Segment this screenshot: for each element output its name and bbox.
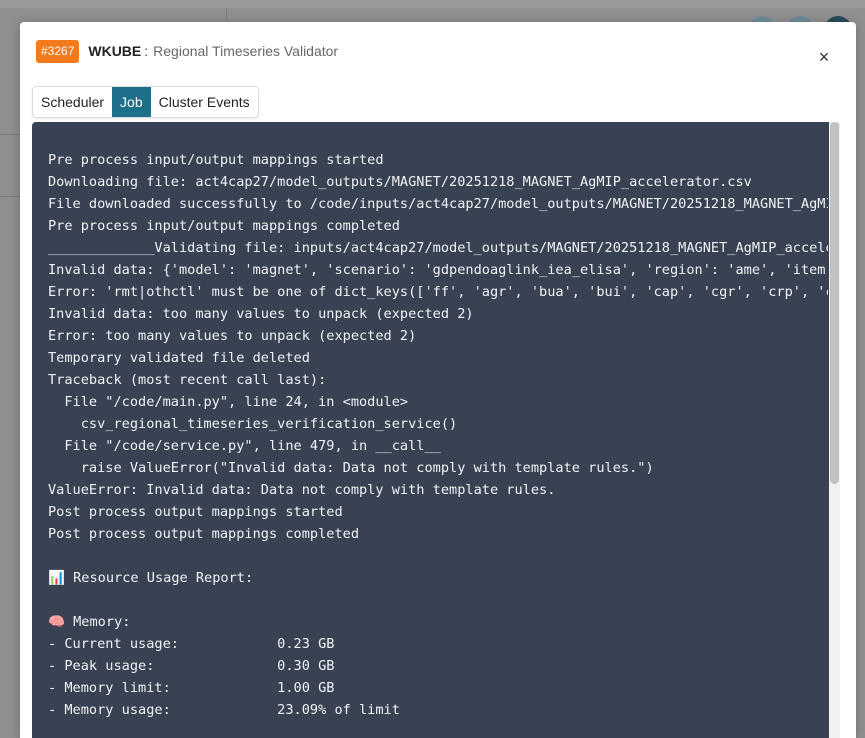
log-line: raise ValueError("Invalid data: Data not… [48,460,654,476]
log-line: Error: 'rmt|othctl' must be one of dict_… [48,284,828,300]
tab-job[interactable]: Job [112,87,151,117]
close-icon[interactable]: × [813,46,835,68]
tab-bar: Scheduler Job Cluster Events [32,86,259,118]
console-scrollbar-thumb[interactable] [830,122,839,484]
dialog-title-separator: : [144,43,149,59]
dialog-title-main: WKUBE [88,43,142,59]
dialog-title-sub: Regional Timeseries Validator [153,43,339,59]
log-line: File "/code/service.py", line 479, in __… [48,438,441,454]
log-line: - Memory limit: 1.00 GB [48,680,335,696]
job-details-dialog: #3267 WKUBE : Regional Timeseries Valida… [20,22,856,738]
log-line: 🧠 Memory: [48,614,131,630]
log-line: 📊 Resource Usage Report: [48,570,254,586]
backdrop-line [0,196,20,197]
log-line: - Current usage: 0.23 GB [48,636,335,652]
backdrop-divider [226,8,227,22]
log-line: Downloading file: act4cap27/model_output… [48,174,752,190]
log-line: Invalid data: too many values to unpack … [48,306,474,322]
backdrop-topbar [0,0,865,8]
log-lines: Pre process input/output mappings starte… [48,149,828,721]
job-id-badge: #3267 [36,39,80,63]
log-line: Pre process input/output mappings starte… [48,152,384,168]
log-line: Traceback (most recent call last): [48,372,327,388]
log-line: Temporary validated file deleted [48,350,310,366]
log-line: Invalid data: {'model': 'magnet', 'scena… [48,262,828,278]
log-line: - Peak usage: 0.30 GB [48,658,335,674]
log-line: ValueError: Invalid data: Data not compl… [48,482,556,498]
backdrop-line [0,134,20,135]
log-line: _____________Validating file: inputs/act… [48,240,828,256]
job-log-console[interactable]: Pre process input/output mappings starte… [32,122,840,738]
log-line: File "/code/main.py", line 24, in <modul… [48,394,409,410]
tab-scheduler[interactable]: Scheduler [33,87,112,117]
log-line: csv_regional_timeseries_verification_ser… [48,416,458,432]
log-line: Error: too many values to unpack (expect… [48,328,417,344]
log-line: Pre process input/output mappings comple… [48,218,400,234]
log-line: - Memory usage: 23.09% of limit [48,702,400,718]
dialog-header: #3267 WKUBE : Regional Timeseries Valida… [36,38,840,64]
log-line: Post process output mappings started [48,504,343,520]
log-line: Post process output mappings completed [48,526,359,542]
log-line: File downloaded successfully to /code/in… [48,196,828,212]
tab-cluster-events[interactable]: Cluster Events [151,87,258,117]
